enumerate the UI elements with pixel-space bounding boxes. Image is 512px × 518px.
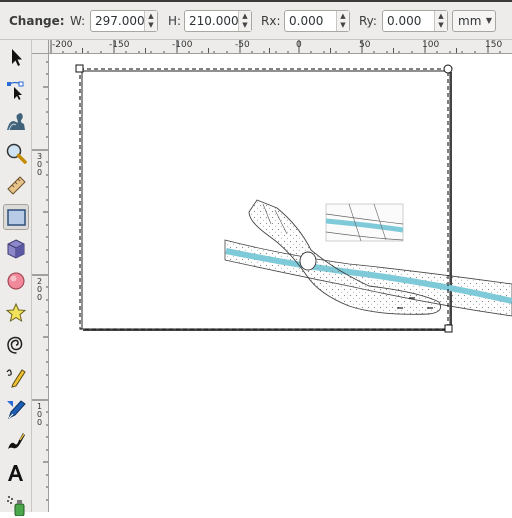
width-stepper[interactable]: ▲ ▼ [144, 11, 157, 31]
zoom-tool-button[interactable] [3, 140, 29, 166]
ruler-label: 100 [422, 40, 440, 50]
selector-tool-icon [12, 49, 22, 66]
toolbox [0, 40, 32, 516]
node-tool-icon [7, 81, 24, 100]
increment-arrow-icon[interactable]: ▲ [241, 12, 249, 21]
rx-value[interactable]: 0.000 [289, 14, 323, 28]
rounding-handle[interactable] [443, 64, 453, 74]
width-value[interactable]: 297.000 [95, 14, 145, 28]
ruler-label: 0 [296, 40, 302, 50]
height-stepper[interactable]: ▲ ▼ [238, 11, 251, 31]
pen-tool-icon [7, 400, 26, 419]
increment-arrow-icon[interactable]: ▲ [437, 12, 445, 21]
ellipse-tool-button[interactable] [3, 268, 29, 294]
rx-stepper[interactable]: ▲ ▼ [336, 11, 349, 31]
calligraphy-tool-button[interactable] [3, 428, 29, 454]
ruler-label: 2 0 0 [37, 277, 43, 302]
measure-tool-icon [7, 176, 26, 195]
resize-handle[interactable] [75, 64, 84, 73]
decrement-arrow-icon[interactable]: ▼ [241, 21, 249, 30]
ellipse-tool-icon [7, 272, 25, 290]
spiral-tool-icon [7, 336, 23, 354]
height-spinbox[interactable]: 210.000 ▲ ▼ [184, 10, 252, 32]
unit-value[interactable]: mm [458, 14, 481, 28]
canvas-drawing[interactable] [49, 54, 512, 512]
horizontal-ruler[interactable]: -200 -150 -100 -50 0 50 100 150 [49, 40, 512, 54]
ry-value[interactable]: 0.000 [387, 14, 421, 28]
ruler-label: -200 [52, 40, 73, 50]
ruler-label: 50 [359, 40, 371, 50]
rectangle-tool-button[interactable] [3, 204, 29, 230]
decrement-arrow-icon[interactable]: ▼ [437, 21, 445, 30]
3d-box-tool-button[interactable] [3, 236, 29, 262]
rx-spinbox[interactable]: 0.000 ▲ ▼ [284, 10, 350, 32]
ruler-label: 1 0 0 [37, 402, 43, 427]
tweak-tool-icon [7, 113, 25, 131]
island-shape[interactable] [299, 251, 317, 271]
text-tool-button[interactable] [3, 460, 29, 486]
pencil-tool-icon [6, 369, 26, 388]
zoom-tool-icon [6, 143, 27, 164]
resize-handle[interactable] [444, 324, 453, 333]
height-value[interactable]: 210.000 [189, 14, 239, 28]
width-label: W: [70, 14, 86, 28]
star-tool-button[interactable] [3, 300, 29, 326]
ruler-label: -100 [172, 40, 193, 50]
tool-controls-bar: Change: W: 297.000 ▲ ▼ H: 210.000 ▲ ▼ Rx… [0, 0, 512, 40]
calligraphy-tool-icon [8, 433, 25, 449]
text-tool-icon [8, 465, 23, 481]
node-tool-button[interactable] [3, 76, 29, 102]
ruler-label: 3 0 0 [37, 152, 43, 177]
spiral-tool-button[interactable] [3, 332, 29, 358]
decrement-arrow-icon[interactable]: ▼ [147, 21, 155, 30]
ry-spinbox[interactable]: 0.000 ▲ ▼ [382, 10, 448, 32]
ruler-label: -150 [109, 40, 130, 50]
3d-box-tool-icon [7, 239, 25, 259]
measure-tool-button[interactable] [3, 172, 29, 198]
star-tool-icon [5, 302, 27, 323]
width-spinbox[interactable]: 297.000 ▲ ▼ [90, 10, 158, 32]
tweak-tool-button[interactable] [3, 108, 29, 134]
pencil-tool-button[interactable] [3, 364, 29, 390]
ry-stepper[interactable]: ▲ ▼ [434, 11, 447, 31]
increment-arrow-icon[interactable]: ▲ [339, 12, 347, 21]
spray-tool-icon [7, 496, 25, 516]
height-label: H: [168, 14, 182, 28]
drawing-canvas[interactable] [49, 54, 512, 512]
unit-selector[interactable]: mm ▼ [452, 10, 496, 32]
rx-label: Rx: [261, 14, 281, 28]
ruler-corner [32, 40, 49, 54]
change-label: Change: [9, 14, 65, 28]
pen-tool-button[interactable] [3, 396, 29, 422]
chevron-down-icon[interactable]: ▼ [486, 16, 492, 25]
vertical-ruler[interactable]: 3 0 0 2 0 0 1 0 0 [32, 54, 49, 512]
ry-label: Ry: [359, 14, 377, 28]
decrement-arrow-icon[interactable]: ▼ [339, 21, 347, 30]
spray-tool-button[interactable] [3, 492, 29, 518]
increment-arrow-icon[interactable]: ▲ [147, 12, 155, 21]
selector-tool-button[interactable] [3, 44, 29, 70]
ruler-label: -50 [235, 40, 250, 50]
ruler-label: 150 [485, 40, 503, 50]
window-top-edge [0, 0, 512, 2]
rectangle-tool-icon [7, 209, 26, 226]
